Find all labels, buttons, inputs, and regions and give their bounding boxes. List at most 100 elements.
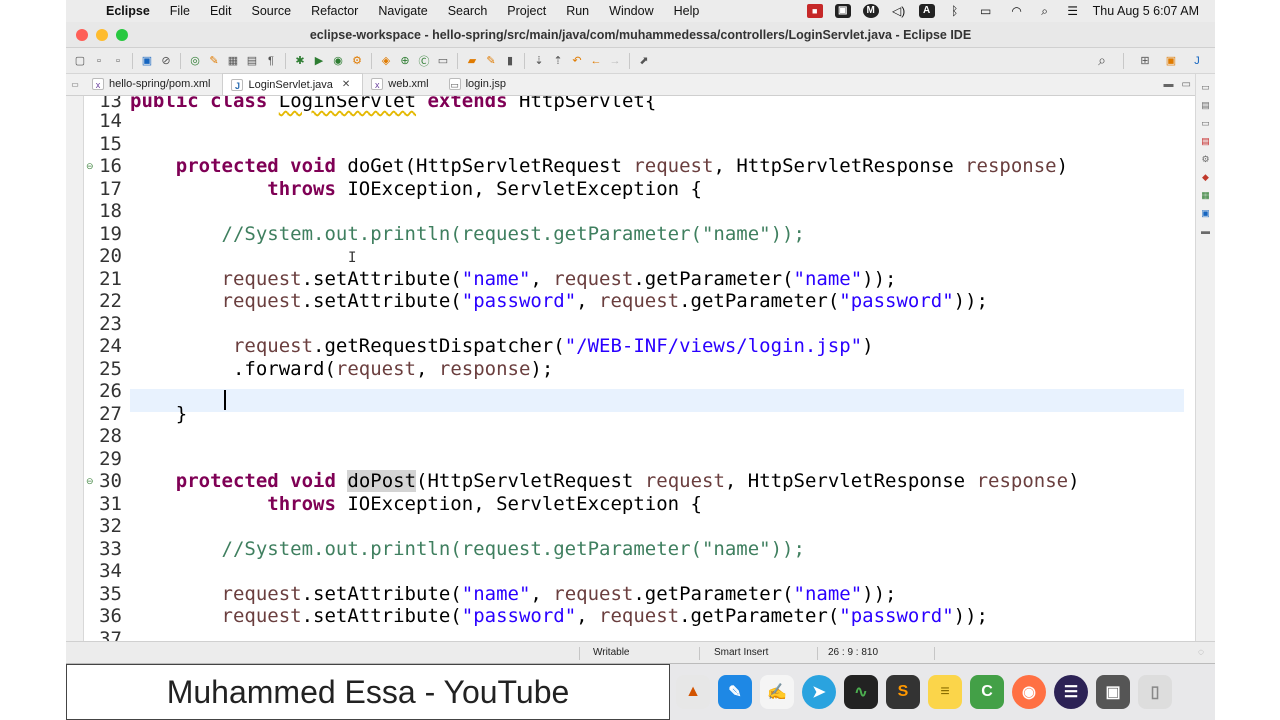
markers-icon[interactable]: ▭ [1200,118,1212,128]
tab-web-xml[interactable]: x web.xml [363,73,440,95]
menu-edit[interactable]: Edit [200,4,242,18]
eclipse-icon[interactable]: ☰ [1054,675,1088,709]
code-editor[interactable]: 13 14 15 ⊖ 16 17 18 19 20 21 22 23 24 25… [84,96,1195,641]
progress-icon[interactable]: ▬ [1200,226,1212,236]
menu-window[interactable]: Window [599,4,663,18]
open-type-icon[interactable]: ◎ [187,53,203,69]
tab-pom-xml[interactable]: x hello-spring/pom.xml [84,73,222,95]
notes-icon[interactable]: ≡ [928,675,962,709]
menu-help[interactable]: Help [664,4,710,18]
line-number: 37 [99,628,122,641]
servers-icon[interactable]: ⚙ [1200,154,1212,164]
console-icon[interactable]: ▣ [1200,208,1212,218]
maximize-icon[interactable]: ▭ [1182,79,1191,90]
new-package-icon[interactable]: ⊕ [397,53,413,69]
data-source-icon[interactable]: ◆ [1200,172,1212,182]
code-line: public class LoginServlet extends HttpSe… [130,96,657,112]
a-input-icon[interactable]: A [918,4,935,18]
previous-annotation-icon[interactable]: ⇡ [550,53,566,69]
menu-navigate[interactable]: Navigate [368,4,437,18]
code-line: request.setAttribute("password", request… [221,605,988,627]
pin-editor-icon[interactable]: ⬈ [636,53,652,69]
java-ee-perspective-icon[interactable]: ▣ [1163,53,1179,69]
new-class-icon[interactable]: Ⓒ [416,53,432,69]
line-number: 26 [99,380,122,402]
mark-occurrences-icon[interactable]: ✎ [206,53,222,69]
telegram-icon[interactable]: ➤ [802,675,836,709]
line-number: 15 [99,133,122,155]
sublime-text-icon[interactable]: S [886,675,920,709]
script-editor-icon[interactable]: ✍ [760,675,794,709]
zoom-window-button[interactable] [116,28,128,41]
record-icon[interactable]: ■ [806,4,823,18]
code-line: protected void doPost(HttpServletRequest… [175,470,1080,492]
save-icon[interactable]: ▫ [91,53,107,69]
new-icon[interactable]: ▢ [72,53,88,69]
m-icon[interactable]: M [862,4,879,18]
menu-source[interactable]: Source [241,4,301,18]
coverage-icon[interactable]: ◉ [330,53,346,69]
clock[interactable]: Thu Aug 5 6:07 AM [1093,4,1199,18]
firefox-icon[interactable]: ◉ [1012,675,1046,709]
menu-file[interactable]: File [160,4,200,18]
open-folder-icon[interactable]: ▰ [464,53,480,69]
minimize-icon[interactable]: ▬ [1164,79,1174,90]
restore-icon[interactable]: ▭ [1200,82,1212,92]
close-tab-icon[interactable]: ✕ [342,79,350,90]
debug-icon[interactable]: ✱ [292,53,308,69]
search-icon[interactable]: ⌕ [1037,4,1053,18]
close-window-button[interactable] [76,28,88,41]
toolbar-separator [1123,52,1124,69]
volume-icon[interactable]: ◁) [891,4,907,18]
screenshot-icon[interactable]: ▣ [1096,675,1130,709]
menu-search[interactable]: Search [438,4,498,18]
open-task-icon[interactable]: ▭ [435,53,451,69]
window-controls [66,28,146,41]
word-wrap-icon[interactable]: ▤ [244,53,260,69]
snippets-icon[interactable]: ▦ [1200,190,1212,200]
back-icon[interactable]: ← [588,53,604,69]
tab-loginservlet-java[interactable]: J LoginServlet.java ✕ [222,73,364,95]
code-line: } [130,403,188,425]
search-icon[interactable]: ⌕ [1094,52,1110,69]
terminal-icon[interactable]: ▣ [139,53,155,69]
annotation-icon[interactable]: ▮ [502,53,518,69]
next-annotation-icon[interactable]: ⇣ [531,53,547,69]
forward-icon[interactable]: → [607,53,623,69]
block-selection-icon[interactable]: ▦ [225,53,241,69]
line-number: 31 [99,493,122,515]
battery-icon[interactable]: ▭ [975,4,997,18]
run-icon[interactable]: ▶ [311,53,327,69]
external-tools-icon[interactable]: ⚙ [349,53,365,69]
line-number-gutter: 13 14 15 ⊖ 16 17 18 19 20 21 22 23 24 25… [84,96,126,641]
camtasia-icon[interactable]: C [970,675,1004,709]
show-whitespace-icon[interactable]: ¶ [263,53,279,69]
last-edit-icon[interactable]: ↶ [569,53,585,69]
open-perspective-icon[interactable]: ⊞ [1137,53,1153,69]
restore-icon[interactable]: ▭ [71,80,79,89]
skip-breakpoints-icon[interactable]: ⊘ [158,53,174,69]
matlab-icon[interactable]: ▲ [676,675,710,709]
wifi-icon[interactable]: ◠ [1009,4,1025,18]
menu-app-eclipse[interactable]: Eclipse [96,4,160,18]
code-line: throws IOException, ServletException { [267,493,702,515]
new-java-project-icon[interactable]: ◈ [378,53,394,69]
cast-icon[interactable]: ▣ [834,4,851,18]
outline-icon[interactable]: ▤ [1200,100,1212,110]
menu-refactor[interactable]: Refactor [301,4,368,18]
save-all-icon[interactable]: ▫ [110,53,126,69]
search-tool-icon[interactable]: ✎ [483,53,499,69]
menu-run[interactable]: Run [556,4,599,18]
properties-icon[interactable]: ▤ [1200,136,1212,146]
bluetooth-icon[interactable]: ᛒ [947,4,963,18]
java-perspective-icon[interactable]: J [1189,53,1205,69]
activity-monitor-icon[interactable]: ∿ [844,675,878,709]
code-line: .forward(request, response); [130,358,554,380]
tips-icon[interactable]: ◌ [1198,647,1204,658]
control-center-icon[interactable]: ☰ [1065,4,1081,18]
minimize-window-button[interactable] [96,28,108,41]
tab-login-jsp[interactable]: ▭ login.jsp [441,73,518,95]
trash-icon[interactable]: ▯ [1138,675,1172,709]
menu-project[interactable]: Project [497,4,556,18]
xcode-icon[interactable]: ✎ [718,675,752,709]
